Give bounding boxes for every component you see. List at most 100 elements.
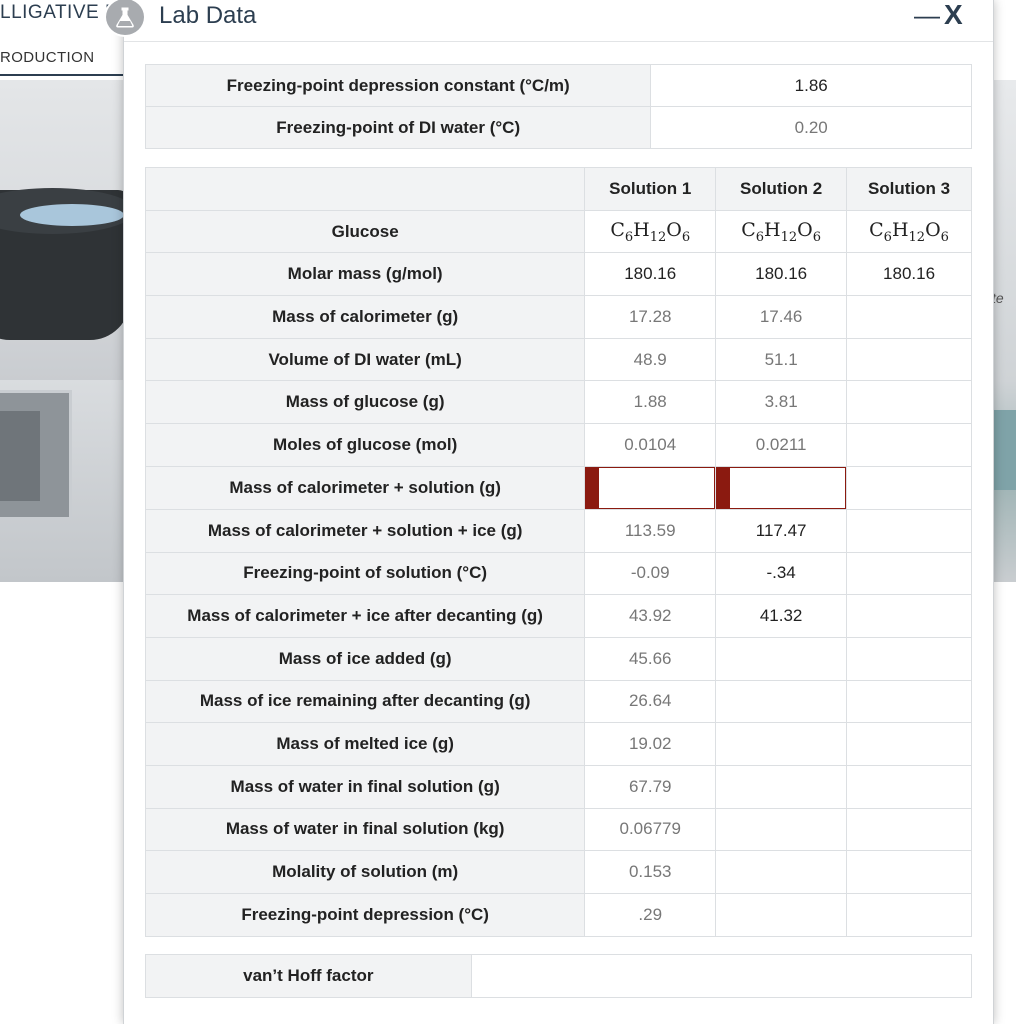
cell-solution-3 <box>846 295 972 339</box>
row-label: Molality of solution (m) <box>144 850 586 894</box>
header-solution-3: Solution 3 <box>846 167 972 211</box>
cell-solution-1: 1.88 <box>584 380 717 425</box>
cell-solution-2 <box>715 893 848 937</box>
cell-solution-3 <box>846 380 972 425</box>
constant-value: 0.20 <box>650 106 972 149</box>
table-row: Moles of glucose (mol) 0.0104 0.0211 <box>144 423 972 467</box>
cell-solution-3 <box>846 551 972 596</box>
cell-solution-2 <box>715 764 848 809</box>
cell-solution-1: 19.02 <box>584 722 717 766</box>
cell-solution-2: 41.32 <box>715 594 848 638</box>
table-row: Mass of melted ice (g) 19.02 <box>144 722 972 766</box>
cell-solution-2 <box>715 850 848 894</box>
cell-solution-1: 0.06779 <box>584 807 717 852</box>
table-row: Mass of ice remaining after decanting (g… <box>144 679 972 724</box>
cell-solution-3 <box>846 722 972 766</box>
minimize-button[interactable]: — <box>914 0 940 30</box>
ice <box>20 204 124 226</box>
table-row: Mass of calorimeter + solution + ice (g)… <box>144 508 972 553</box>
cell-solution-3: C6H12O6 <box>846 209 972 254</box>
constants-table: Freezing-point depression constant (°C/m… <box>144 64 972 149</box>
cell-solution-1: 180.16 <box>584 252 717 297</box>
scene-right-edge <box>994 80 1016 582</box>
row-label: Molar mass (g/mol) <box>144 252 586 297</box>
header-solution-1: Solution 1 <box>584 167 717 211</box>
dialog-title: Lab Data <box>159 2 257 29</box>
cell-solution-3 <box>846 508 972 553</box>
scene-right-panel <box>994 410 1016 490</box>
cell-solution-2 <box>715 679 848 724</box>
cell-solution-2: C6H12O6 <box>715 209 848 254</box>
app-tab-label: RODUCTION <box>0 49 95 66</box>
close-button[interactable]: X <box>944 0 976 30</box>
cell-solution-1: 43.92 <box>584 594 717 638</box>
row-label: Freezing-point depression (°C) <box>144 893 586 937</box>
cell-solution-2: 3.81 <box>715 380 848 425</box>
dialog-header: Lab Data — X <box>104 0 993 42</box>
row-label: Mass of ice added (g) <box>144 636 586 681</box>
row-label: Mass of calorimeter + solution (g) <box>144 465 586 510</box>
cell-solution-3 <box>846 679 972 724</box>
table-row: Freezing-point of solution (°C) -0.09 -.34 <box>144 551 972 596</box>
row-label: Mass of ice remaining after decanting (g… <box>144 679 586 724</box>
table-row: Mass of water in final solution (g) 67.79 <box>144 764 972 809</box>
cell-solution-3 <box>846 807 972 852</box>
header-blank <box>144 167 586 211</box>
constant-value: 1.86 <box>650 64 972 107</box>
constant-row: Freezing-point depression constant (°C/m… <box>144 64 972 107</box>
table-row: Mass of ice added (g) 45.66 <box>144 636 972 681</box>
table-row: Mass of water in final solution (kg) 0.06… <box>144 807 972 852</box>
cell-solution-2 <box>715 636 848 681</box>
cell-solution-2 <box>715 465 848 510</box>
cell-solution-3: 180.16 <box>846 252 972 297</box>
mass-calorimeter-solution-input-1[interactable] <box>585 466 716 509</box>
table-row: Glucose C6H12O6 C6H12O6 C6H12O6 <box>144 209 972 254</box>
glucose-formula: C6H12O6 <box>741 218 822 245</box>
glucose-formula: C6H12O6 <box>610 218 691 245</box>
cell-solution-2: 17.46 <box>715 295 848 339</box>
app-tab-introduction[interactable]: RODUCTION <box>0 42 124 76</box>
cell-solution-1 <box>584 465 717 510</box>
row-label: Mass of water in final solution (g) <box>144 764 586 809</box>
table-row: Mass of calorimeter (g) 17.28 17.46 <box>144 295 972 339</box>
cell-solution-2: 180.16 <box>715 252 848 297</box>
cell-solution-3 <box>846 850 972 894</box>
solutions-body: Glucose C6H12O6 C6H12O6 C6H12O6 Molar mass (… <box>144 209 972 937</box>
vant-hoff-label: van’t Hoff factor <box>145 954 472 998</box>
solutions-table: Solution 1 Solution 2 Solution 3 Glucose… <box>144 167 972 937</box>
constant-row: Freezing-point of DI water (°C) 0.20 <box>144 106 972 149</box>
row-label: Mass of water in final solution (kg) <box>144 807 586 852</box>
cell-solution-1: 67.79 <box>584 764 717 809</box>
cell-solution-2 <box>715 722 848 766</box>
vant-hoff-table: van’t Hoff factor <box>145 954 973 998</box>
cell-solution-1: 26.64 <box>584 679 717 724</box>
cell-solution-1: -0.09 <box>584 551 717 596</box>
row-label: Moles of glucose (mol) <box>144 423 586 467</box>
app-title: LLIGATIVE P <box>0 2 119 23</box>
cell-solution-2: 117.47 <box>715 508 848 553</box>
cell-solution-3 <box>846 337 972 382</box>
constant-label: Freezing-point of DI water (°C) <box>144 106 652 149</box>
row-label: Mass of glucose (g) <box>144 380 586 425</box>
row-label: Freezing-point of solution (°C) <box>144 551 586 596</box>
cell-solution-3 <box>846 594 972 638</box>
cell-solution-2: -.34 <box>715 551 848 596</box>
table-row: Mass of calorimeter + solution (g) <box>144 465 972 510</box>
cell-solution-1: 0.0104 <box>584 423 717 467</box>
table-row: Volume of DI water (mL) 48.9 51.1 <box>144 337 972 382</box>
vant-hoff-value[interactable] <box>470 954 973 998</box>
header-row: Solution 1 Solution 2 Solution 3 <box>144 167 972 211</box>
cell-solution-3 <box>846 764 972 809</box>
cell-solution-1: .29 <box>584 893 717 937</box>
cell-solution-1: 48.9 <box>584 337 717 382</box>
mass-calorimeter-solution-input-2[interactable] <box>716 466 847 509</box>
cell-solution-3 <box>846 423 972 467</box>
flask-icon <box>104 0 146 37</box>
header-solution-2: Solution 2 <box>715 167 848 211</box>
cell-solution-2: 0.0211 <box>715 423 848 467</box>
cell-solution-1: 17.28 <box>584 295 717 339</box>
cell-solution-3 <box>846 465 972 510</box>
sink <box>0 390 72 520</box>
cell-solution-1: 113.59 <box>584 508 717 553</box>
row-label: Mass of calorimeter + ice after decantin… <box>144 594 586 638</box>
